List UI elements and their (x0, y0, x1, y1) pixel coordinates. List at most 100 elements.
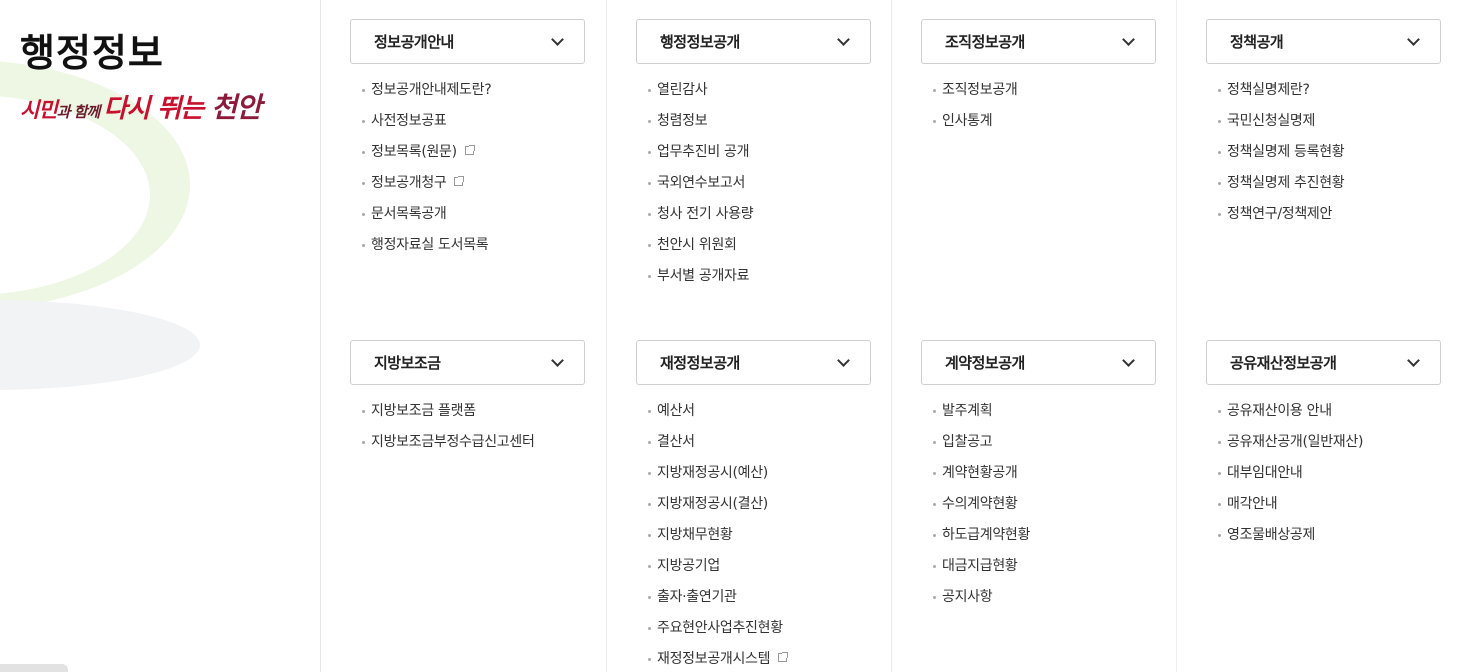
list-item: 지방보조금부정수급신고센터 (350, 432, 585, 463)
menu-link[interactable]: 수의계약현황 (933, 494, 1018, 514)
link-list: 예산서결산서지방재정공시(예산) 지방재정공시(결산) 지방채무현황지방공기업출자·… (636, 401, 871, 672)
page: 행정정보 시민과 함께 다시 뛰는 천안 정보공개안내정보공개안내제도란? 사전정… (0, 0, 1458, 672)
menu-link[interactable]: 청렴정보 (648, 111, 708, 131)
bullet-icon (648, 658, 651, 661)
link-list: 지방보조금 플랫폼지방보조금부정수급신고센터 (350, 401, 585, 463)
menu-link[interactable]: 지방보조금부정수급신고센터 (362, 432, 535, 452)
menu-group: 정보공개안내정보공개안내제도란? 사전정보공표정보목록(원문) 정보공개청구문서목록… (350, 19, 585, 266)
decorative-swoosh-lower (0, 300, 200, 390)
menu-link[interactable]: 지방재정공시(결산) (648, 494, 768, 514)
list-item: 정책연구/정책제안 (1206, 204, 1441, 235)
horizontal-scrollbar[interactable] (0, 664, 68, 672)
menu-link[interactable]: 국민신청실명제 (1218, 111, 1315, 131)
menu-link[interactable]: 공유재산이용 안내 (1218, 401, 1332, 421)
menu-link[interactable]: 발주계획 (933, 401, 993, 421)
bullet-icon (933, 120, 936, 123)
list-item: 사전정보공표 (350, 111, 585, 142)
menu-link[interactable]: 하도급계약현황 (933, 525, 1030, 545)
list-item: 청사 전기 사용량 (636, 204, 871, 235)
menu-link[interactable]: 정책실명제란? (1218, 80, 1310, 100)
menu-link[interactable]: 지방보조금 플랫폼 (362, 401, 476, 421)
chevron-down-icon (1407, 354, 1420, 367)
bullet-icon (648, 596, 651, 599)
bullet-icon (933, 534, 936, 537)
menu-link[interactable]: 계약현황공개 (933, 463, 1018, 483)
category-dropdown-label: 공유재산정보공개 (1230, 354, 1337, 372)
category-dropdown-label: 계약정보공개 (945, 354, 1025, 372)
bullet-icon (648, 213, 651, 216)
list-item: 업무추진비 공개 (636, 142, 871, 173)
menu-link[interactable]: 영조물배상공제 (1218, 525, 1315, 545)
menu-link[interactable]: 매각안내 (1218, 494, 1278, 514)
menu-link[interactable]: 열린감사 (648, 80, 708, 100)
category-dropdown[interactable]: 재정정보공개 (636, 340, 871, 385)
list-item: 천안시 위원회 (636, 235, 871, 266)
link-list: 정책실명제란? 국민신청실명제정책실명제 등록현황정책실명제 추진현황정책연구/정… (1206, 80, 1441, 235)
menu-link[interactable]: 행정자료실 도서목록 (362, 235, 489, 255)
bullet-icon (648, 275, 651, 278)
sidebar-panel: 행정정보 시민과 함께 다시 뛰는 천안 (0, 0, 321, 672)
bullet-icon (362, 120, 365, 123)
menu-link[interactable]: 지방채무현황 (648, 525, 733, 545)
category-dropdown[interactable]: 정보공개안내 (350, 19, 585, 64)
menu-link[interactable]: 대금지급현황 (933, 556, 1018, 576)
bullet-icon (1218, 534, 1221, 537)
category-dropdown[interactable]: 계약정보공개 (921, 340, 1156, 385)
category-dropdown-label: 정책공개 (1230, 33, 1284, 51)
category-dropdown[interactable]: 조직정보공개 (921, 19, 1156, 64)
menu-link[interactable]: 출자·출연기관 (648, 587, 737, 607)
bullet-icon (362, 151, 365, 154)
list-item: 부서별 공개자료 (636, 266, 871, 297)
bullet-icon (648, 472, 651, 475)
list-item: 공유재산공개(일반재산) (1206, 432, 1441, 463)
bullet-icon (1218, 410, 1221, 413)
category-dropdown[interactable]: 지방보조금 (350, 340, 585, 385)
menu-link[interactable]: 정책실명제 추진현황 (1218, 173, 1345, 193)
menu-link[interactable]: 정책실명제 등록현황 (1218, 142, 1345, 162)
menu-link[interactable]: 대부임대안내 (1218, 463, 1303, 483)
chevron-down-icon (837, 354, 850, 367)
menu-link[interactable]: 입찰공고 (933, 432, 993, 452)
menu-link[interactable]: 문서목록공개 (362, 204, 447, 224)
list-item: 지방채무현황 (636, 525, 871, 556)
menu-link[interactable]: 청사 전기 사용량 (648, 204, 754, 224)
bullet-icon (648, 120, 651, 123)
menu-link[interactable]: 지방재정공시(예산) (648, 463, 768, 483)
category-dropdown[interactable]: 공유재산정보공개 (1206, 340, 1441, 385)
menu-link[interactable]: 사전정보공표 (362, 111, 447, 131)
menu-link[interactable]: 인사통계 (933, 111, 993, 131)
bullet-icon (648, 565, 651, 568)
list-item: 열린감사 (636, 80, 871, 111)
menu-link[interactable]: 천안시 위원회 (648, 235, 737, 255)
menu-link[interactable]: 재정정보공개시스템 (648, 649, 771, 669)
menu-link[interactable]: 정보공개청구 (362, 173, 447, 193)
bullet-icon (648, 441, 651, 444)
list-item: 조직정보공개 (921, 80, 1156, 111)
menu-link[interactable]: 예산서 (648, 401, 695, 421)
menu-link[interactable]: 결산서 (648, 432, 695, 452)
menu-link[interactable]: 정보공개안내제도란? (362, 80, 492, 100)
menu-column-1: 정보공개안내정보공개안내제도란? 사전정보공표정보목록(원문) 정보공개청구문서목록… (321, 0, 605, 672)
category-dropdown-label: 조직정보공개 (945, 33, 1025, 51)
menu-link[interactable]: 공유재산공개(일반재산) (1218, 432, 1363, 452)
list-item: 정보공개안내제도란? (350, 80, 585, 111)
menu-link[interactable]: 주요현안사업추진현황 (648, 618, 783, 638)
menu-link[interactable]: 업무추진비 공개 (648, 142, 750, 162)
menu-link[interactable]: 정보목록(원문) (362, 142, 457, 162)
category-dropdown-label: 정보공개안내 (374, 33, 454, 51)
bullet-icon (933, 410, 936, 413)
category-dropdown[interactable]: 정책공개 (1206, 19, 1441, 64)
menu-link[interactable]: 정책연구/정책제안 (1218, 204, 1332, 224)
list-item: 국외연수보고서 (636, 173, 871, 204)
menu-link[interactable]: 지방공기업 (648, 556, 720, 576)
menu-link[interactable]: 공지사항 (933, 587, 993, 607)
list-item: 재정정보공개시스템 (636, 649, 871, 672)
list-item: 수의계약현황 (921, 494, 1156, 525)
category-dropdown[interactable]: 행정정보공개 (636, 19, 871, 64)
list-item: 정보목록(원문) (350, 142, 585, 173)
list-item: 계약현황공개 (921, 463, 1156, 494)
menu-link[interactable]: 조직정보공개 (933, 80, 1018, 100)
menu-link[interactable]: 국외연수보고서 (648, 173, 745, 193)
list-item: 공지사항 (921, 587, 1156, 618)
menu-link[interactable]: 부서별 공개자료 (648, 266, 750, 286)
